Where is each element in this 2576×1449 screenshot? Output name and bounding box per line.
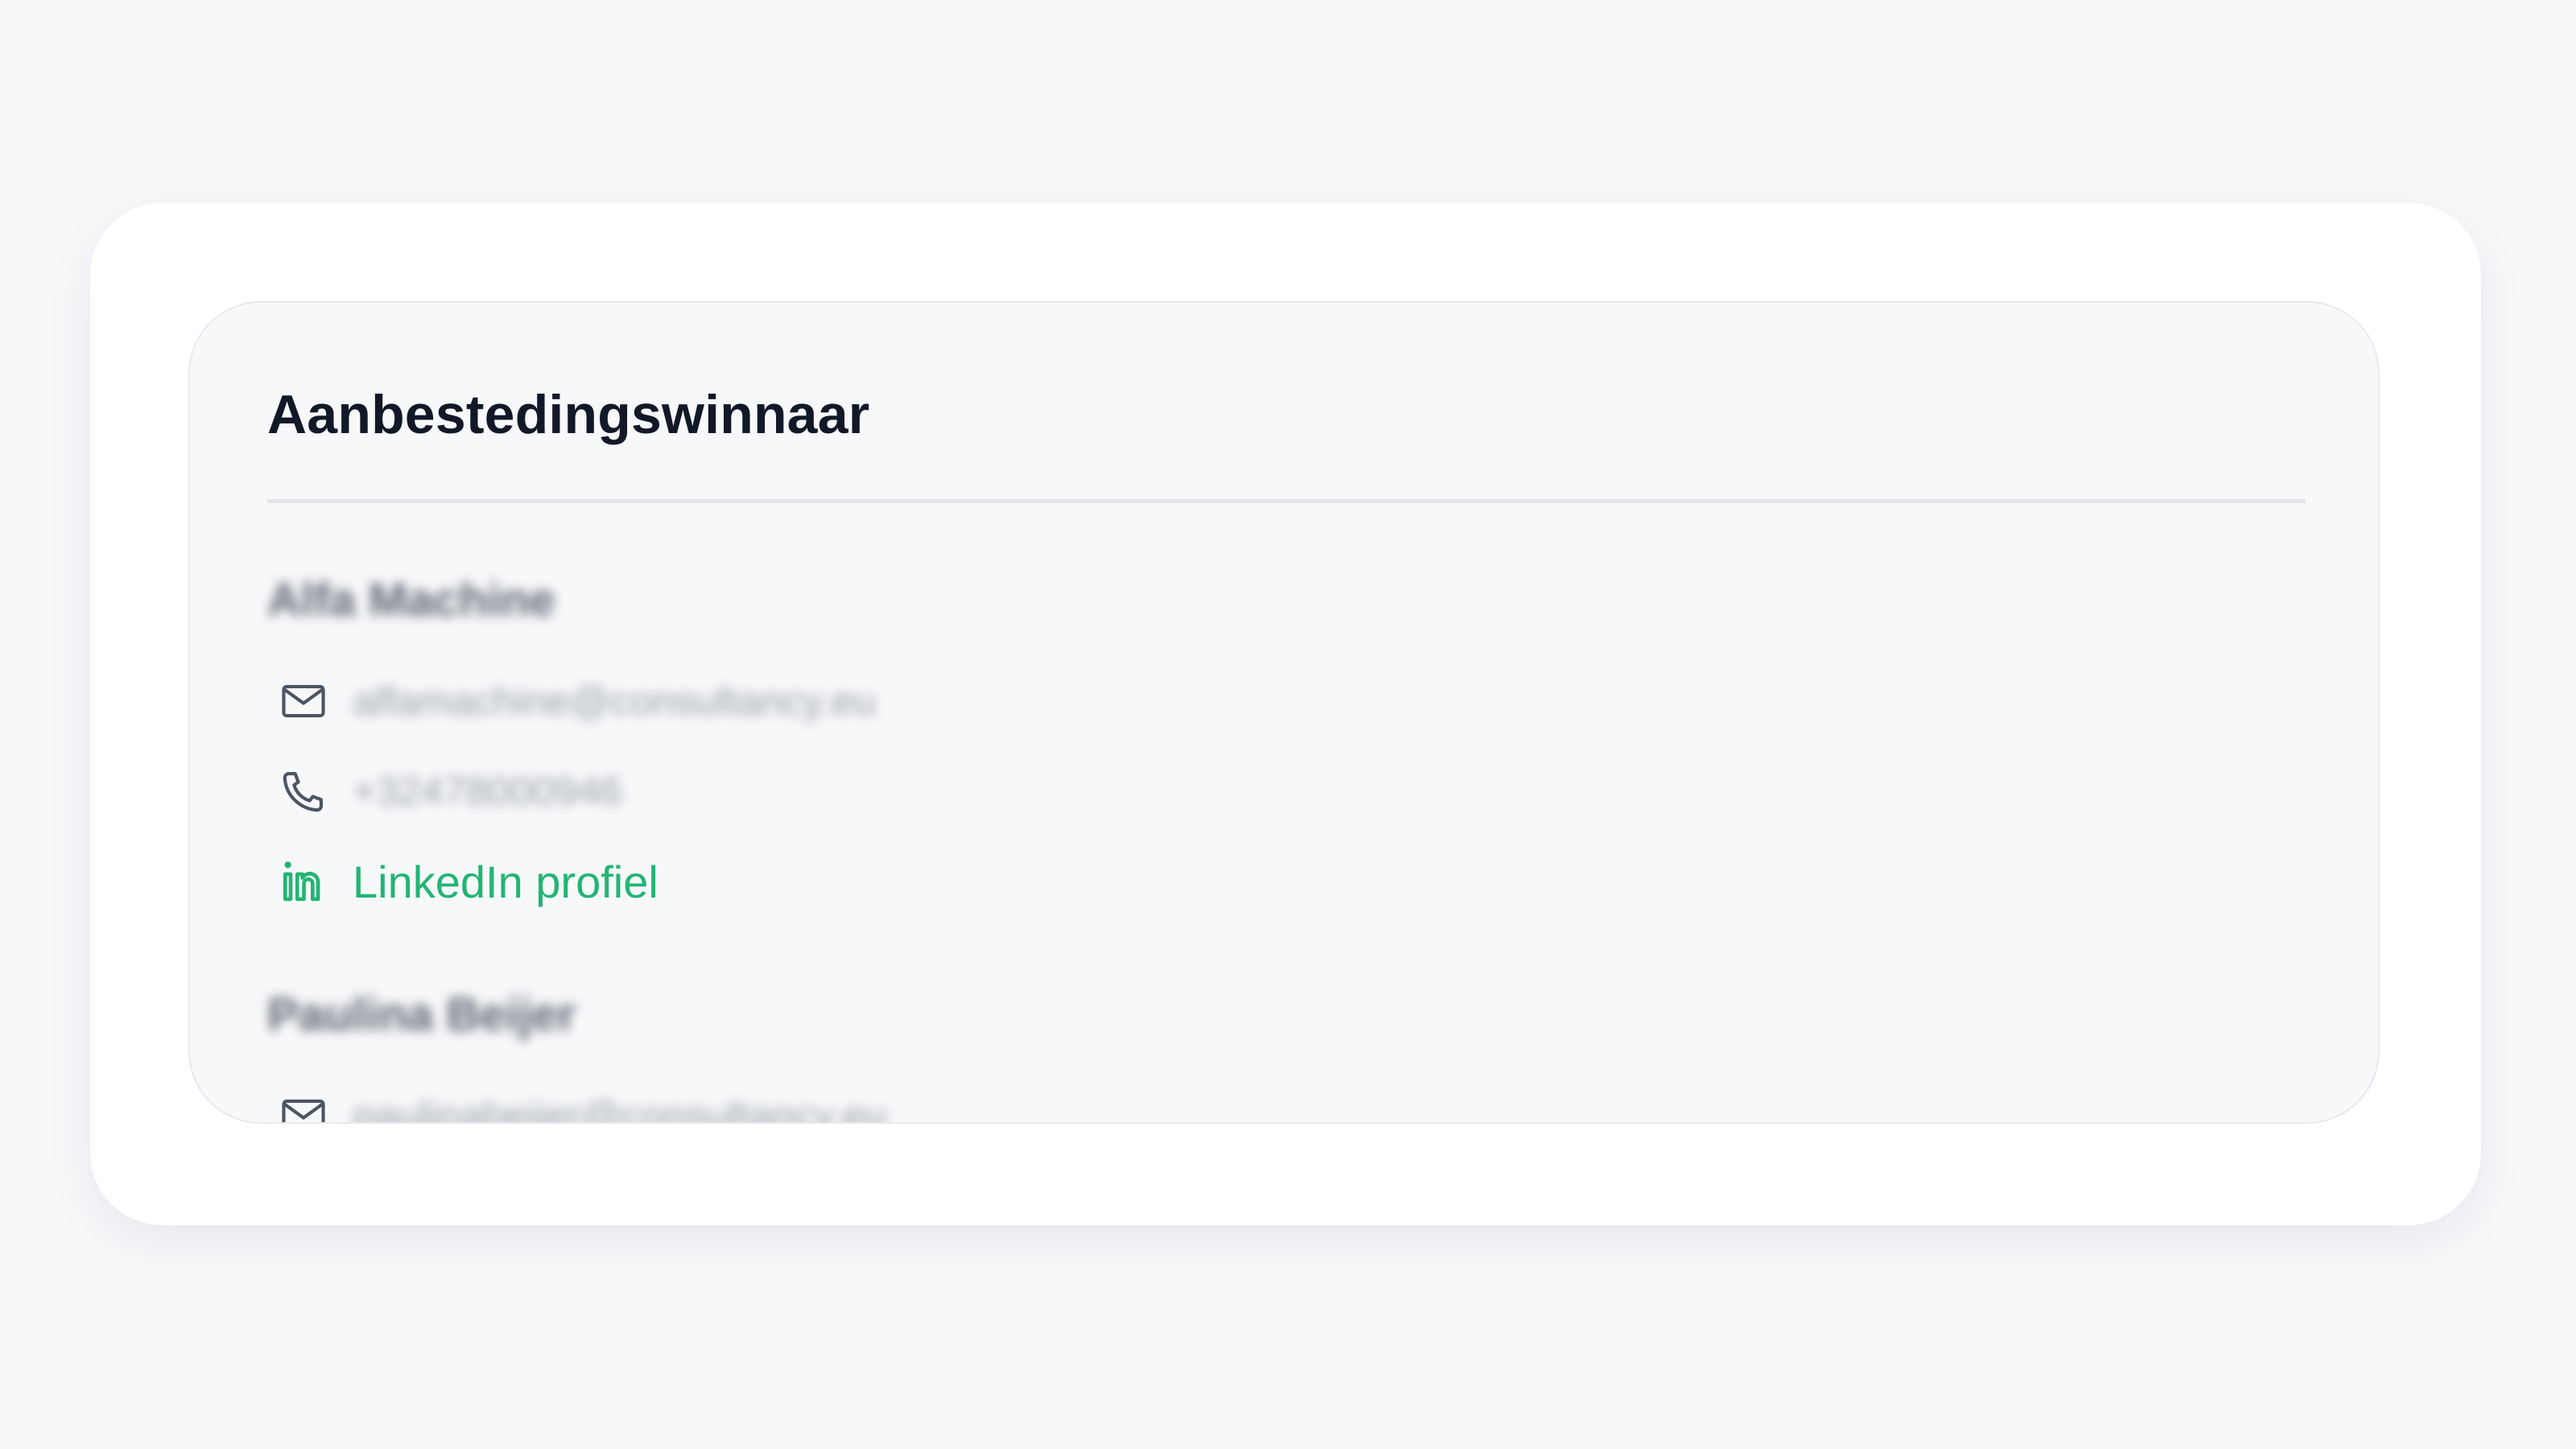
phone-icon (279, 766, 328, 816)
contact-item: Paulina Beijer paulinabeijer@consultancy… (267, 983, 887, 1122)
contact-name: Alfa Machine (267, 574, 555, 626)
divider (267, 499, 2306, 503)
panel-title: Aanbestedingswinnaar (267, 384, 870, 445)
contact-email[interactable]: alfamachine@consultancy.eu (353, 678, 876, 724)
contact-email-row: paulinabeijer@consultancy.eu (279, 1088, 887, 1122)
contact-phone-row: +32478000946 (279, 763, 622, 819)
linkedin-icon (279, 857, 328, 906)
winner-panel: Aanbestedingswinnaar Alfa Machine alfama… (188, 301, 2380, 1124)
linkedin-profile-link[interactable]: LinkedIn profiel (353, 856, 658, 908)
mail-icon (279, 676, 328, 726)
mail-icon (279, 1091, 328, 1122)
winner-card: Aanbestedingswinnaar Alfa Machine alfama… (90, 203, 2481, 1225)
contact-name: Paulina Beijer (267, 989, 576, 1041)
contact-phone[interactable]: +32478000946 (353, 768, 622, 815)
contact-linkedin-row[interactable]: LinkedIn profiel (279, 853, 658, 910)
contact-email[interactable]: paulinabeijer@consultancy.eu (353, 1092, 887, 1122)
contact-item: Alfa Machine alfamachine@consultancy.eu … (267, 568, 876, 907)
contact-email-row: alfamachine@consultancy.eu (279, 673, 876, 729)
